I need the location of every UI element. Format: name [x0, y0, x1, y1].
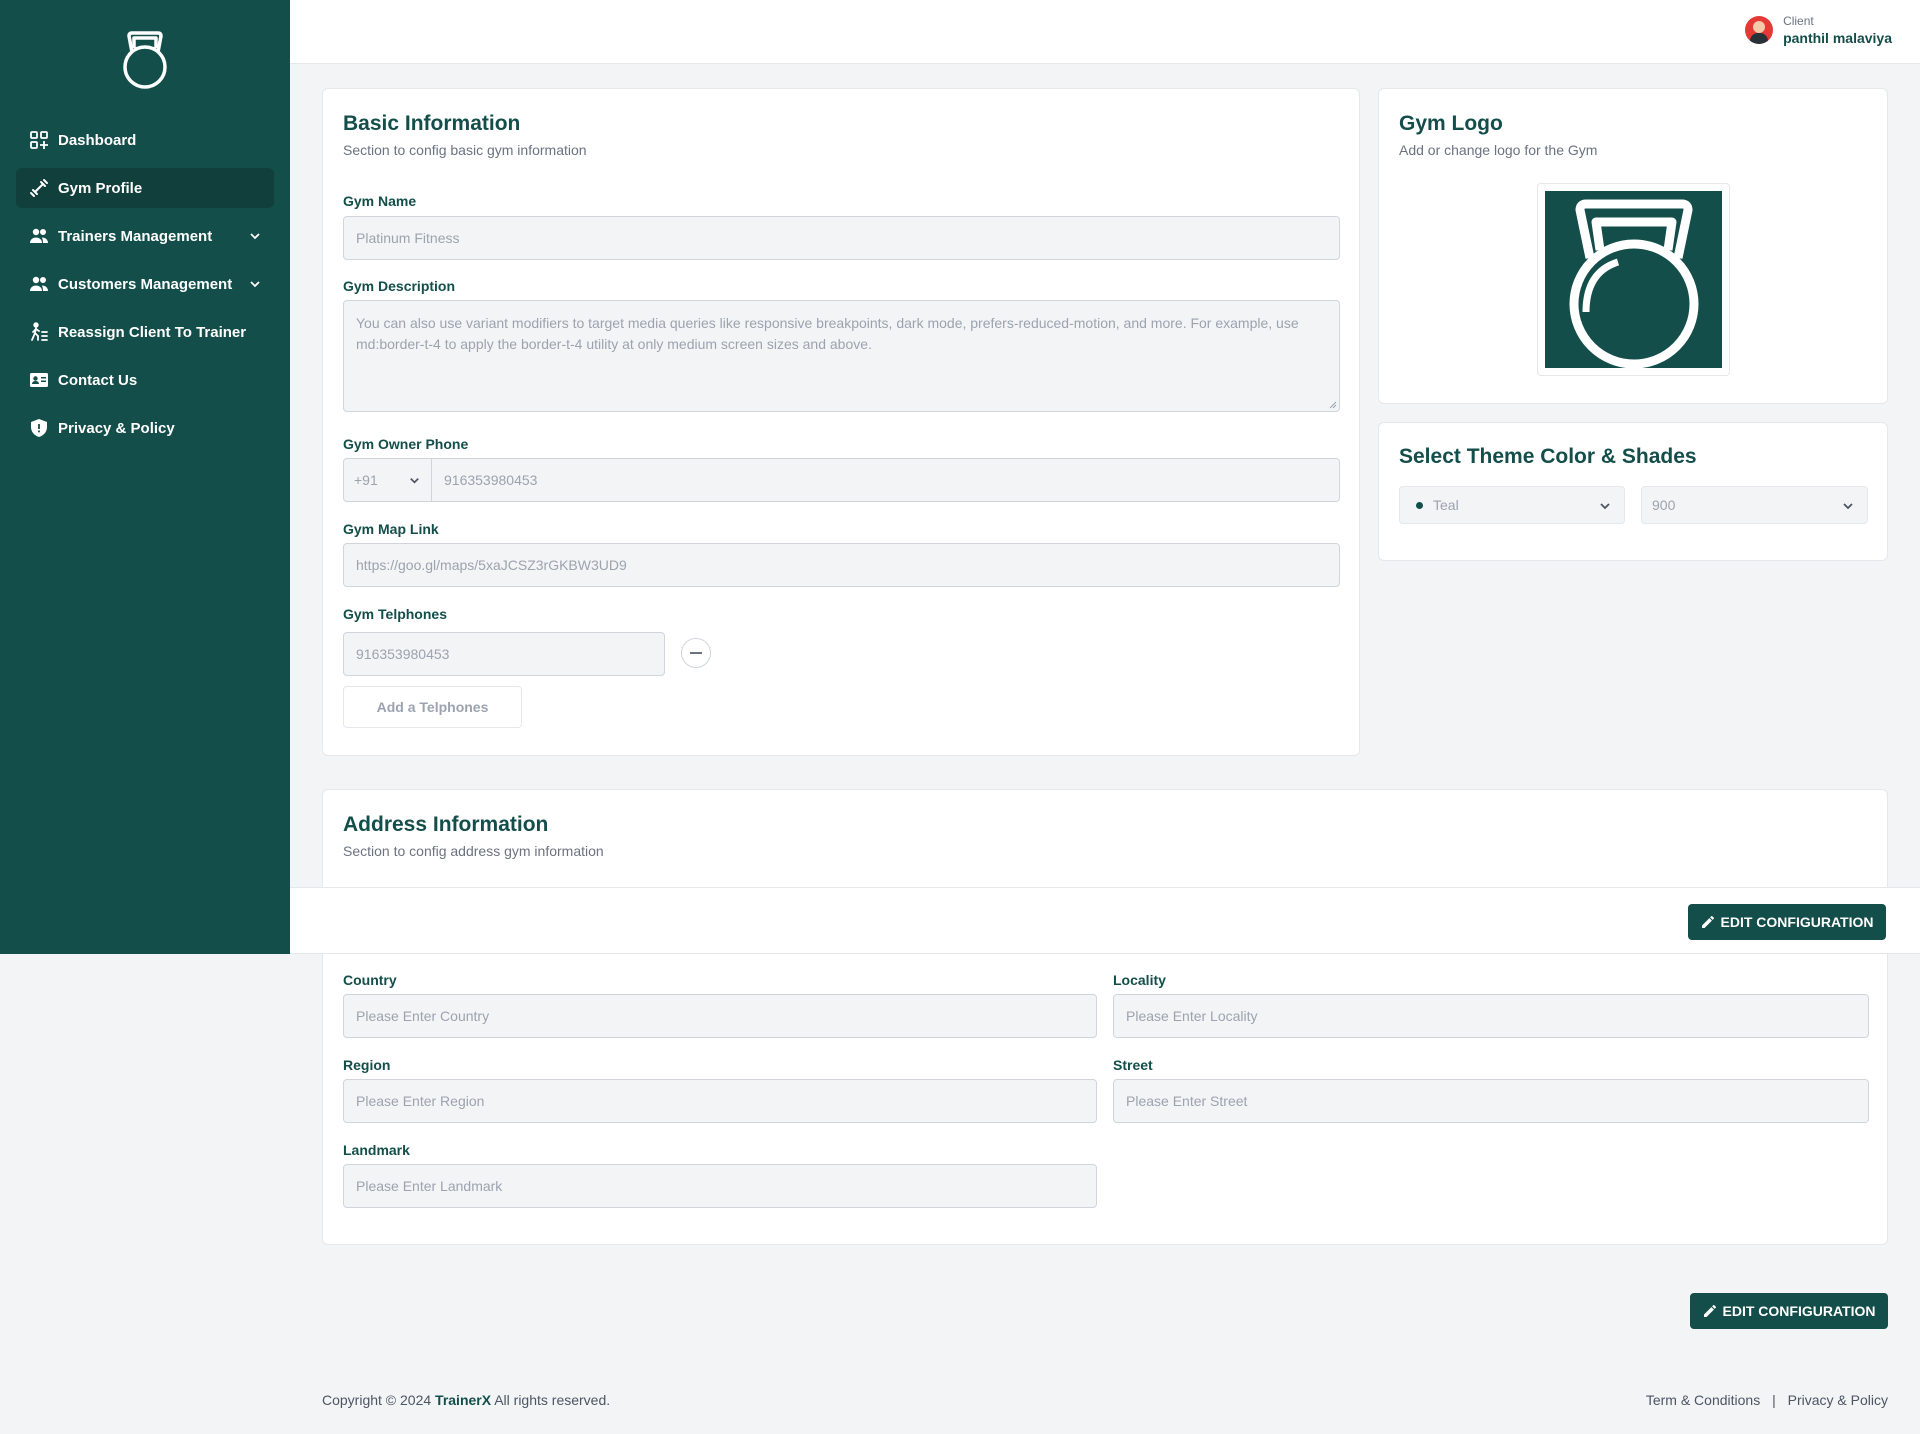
telephone-input[interactable]: 916353980453	[343, 632, 665, 676]
map-link-input[interactable]: https://goo.gl/maps/5xaJCSZ3rGKBW3UD9	[343, 543, 1340, 587]
region-label: Region	[343, 1057, 391, 1073]
dumbbell-icon	[28, 177, 50, 199]
user-name: panthil malaviya	[1783, 30, 1892, 46]
sidebar-item-label: Dashboard	[58, 131, 137, 149]
add-telephone-button[interactable]: Add a Telphones	[343, 686, 522, 728]
theme-color-value: Teal	[1433, 497, 1459, 513]
chevron-down-icon	[410, 477, 419, 484]
theme-color-card: Select Theme Color & Shades Teal 900	[1378, 422, 1888, 561]
copyright-suffix: All rights reserved.	[494, 1392, 611, 1408]
locality-label: Locality	[1113, 972, 1166, 988]
sidebar-item-label: Trainers Management	[58, 227, 213, 245]
sidebar-item-privacy-policy[interactable]: Privacy & Policy	[16, 408, 274, 448]
phone-country-code: +91	[354, 472, 378, 488]
theme-shade-value: 900	[1652, 497, 1676, 513]
sidebar-item-gym-profile[interactable]: Gym Profile	[16, 168, 274, 208]
resize-grip-icon[interactable]	[1327, 399, 1337, 409]
gym-logo-image	[1545, 191, 1722, 368]
gym-logo-title: Gym Logo	[1399, 112, 1503, 135]
color-swatch	[1416, 501, 1423, 509]
landmark-label: Landmark	[343, 1142, 410, 1158]
footer-links: Term & Conditions | Privacy & Policy	[1646, 1392, 1888, 1408]
address-information-card: Address Information Section to config ad…	[322, 789, 1888, 1245]
sticky-action-bar: EDIT CONFIGURATION	[290, 887, 1920, 954]
locality-input[interactable]: Please Enter Locality	[1113, 994, 1869, 1038]
sidebar-item-reassign-client[interactable]: Reassign Client To Trainer	[16, 312, 274, 352]
street-label: Street	[1113, 1057, 1153, 1073]
gym-logo-subtitle: Add or change logo for the Gym	[1399, 142, 1598, 158]
chevron-down-icon	[1600, 503, 1610, 510]
address-information-subtitle: Section to config address gym informatio…	[343, 843, 604, 859]
country-label: Country	[343, 972, 397, 988]
sidebar-item-customers-management[interactable]: Customers Management	[16, 264, 274, 304]
sidebar-nav: Dashboard Gym Profile Trainers Managemen…	[16, 120, 274, 456]
theme-color-select[interactable]: Teal	[1399, 486, 1625, 524]
owner-phone-input[interactable]: 916353980453	[432, 458, 1340, 502]
user-menu[interactable]: Client panthil malaviya	[1745, 14, 1892, 46]
dashboard-icon	[28, 129, 50, 151]
chevron-down-icon	[250, 281, 260, 288]
basic-information-card: Basic Information Section to config basi…	[322, 88, 1360, 756]
gym-logo-upload[interactable]	[1537, 183, 1730, 376]
basic-information-subtitle: Section to config basic gym information	[343, 142, 587, 158]
sidebar-item-contact-us[interactable]: Contact Us	[16, 360, 274, 400]
sidebar-item-label: Customers Management	[58, 275, 233, 293]
person-walk-icon	[28, 321, 50, 343]
copyright: Copyright © 2024 TrainerX All rights res…	[322, 1392, 610, 1408]
gym-name-label: Gym Name	[343, 193, 417, 209]
user-role: Client	[1783, 14, 1814, 28]
gym-description-text: You can also use variant modifiers to ta…	[356, 315, 1299, 352]
owner-phone-label: Gym Owner Phone	[343, 436, 469, 452]
sidebar: Dashboard Gym Profile Trainers Managemen…	[0, 0, 290, 954]
pencil-icon	[1701, 915, 1714, 928]
gym-description-textarea[interactable]: You can also use variant modifiers to ta…	[343, 300, 1340, 412]
gym-name-input[interactable]: Platinum Fitness	[343, 216, 1340, 260]
region-input[interactable]: Please Enter Region	[343, 1079, 1097, 1123]
address-information-title: Address Information	[343, 813, 549, 836]
chevron-down-icon	[250, 233, 260, 240]
pencil-icon	[1703, 1304, 1716, 1317]
edit-configuration-button[interactable]: EDIT CONFIGURATION	[1690, 1293, 1888, 1329]
theme-shade-select[interactable]: 900	[1641, 486, 1868, 524]
chevron-down-icon	[1843, 503, 1853, 510]
sidebar-item-label: Privacy & Policy	[58, 419, 175, 437]
footer-separator: |	[1772, 1392, 1776, 1408]
sidebar-item-trainers-management[interactable]: Trainers Management	[16, 216, 274, 256]
sidebar-item-dashboard[interactable]: Dashboard	[16, 120, 274, 160]
map-link-label: Gym Map Link	[343, 521, 439, 537]
privacy-link[interactable]: Privacy & Policy	[1788, 1392, 1888, 1408]
terms-link[interactable]: Term & Conditions	[1646, 1392, 1760, 1408]
country-input[interactable]: Please Enter Country	[343, 994, 1097, 1038]
edit-configuration-button-sticky[interactable]: EDIT CONFIGURATION	[1688, 904, 1886, 940]
sidebar-item-label: Gym Profile	[58, 179, 143, 197]
brand-name: TrainerX	[435, 1392, 492, 1408]
edit-configuration-label: EDIT CONFIGURATION	[1720, 914, 1874, 930]
theme-title: Select Theme Color & Shades	[1399, 445, 1697, 468]
phone-country-code-select[interactable]: +91	[343, 458, 432, 502]
landmark-input[interactable]: Please Enter Landmark	[343, 1164, 1097, 1208]
kettlebell-icon	[1569, 199, 1698, 368]
remove-telephone-button[interactable]	[681, 638, 711, 668]
gym-description-label: Gym Description	[343, 278, 456, 294]
sidebar-item-label: Contact Us	[58, 371, 138, 389]
copyright-prefix: Copyright © 2024	[322, 1392, 432, 1408]
kettlebell-logo-icon[interactable]	[118, 30, 172, 90]
shield-icon	[28, 417, 50, 439]
sidebar-item-label: Reassign Client To Trainer	[58, 323, 247, 341]
street-input[interactable]: Please Enter Street	[1113, 1079, 1869, 1123]
users-icon	[28, 225, 50, 247]
contact-card-icon	[28, 369, 50, 391]
gym-logo-card: Gym Logo Add or change logo for the Gym	[1378, 88, 1888, 404]
topbar: Client panthil malaviya	[290, 0, 1920, 64]
basic-information-title: Basic Information	[343, 112, 521, 135]
users-icon	[28, 273, 50, 295]
edit-configuration-label: EDIT CONFIGURATION	[1722, 1303, 1876, 1319]
telephones-label: Gym Telphones	[343, 606, 447, 622]
avatar[interactable]	[1745, 16, 1774, 44]
footer: Copyright © 2024 TrainerX All rights res…	[322, 1392, 1888, 1408]
